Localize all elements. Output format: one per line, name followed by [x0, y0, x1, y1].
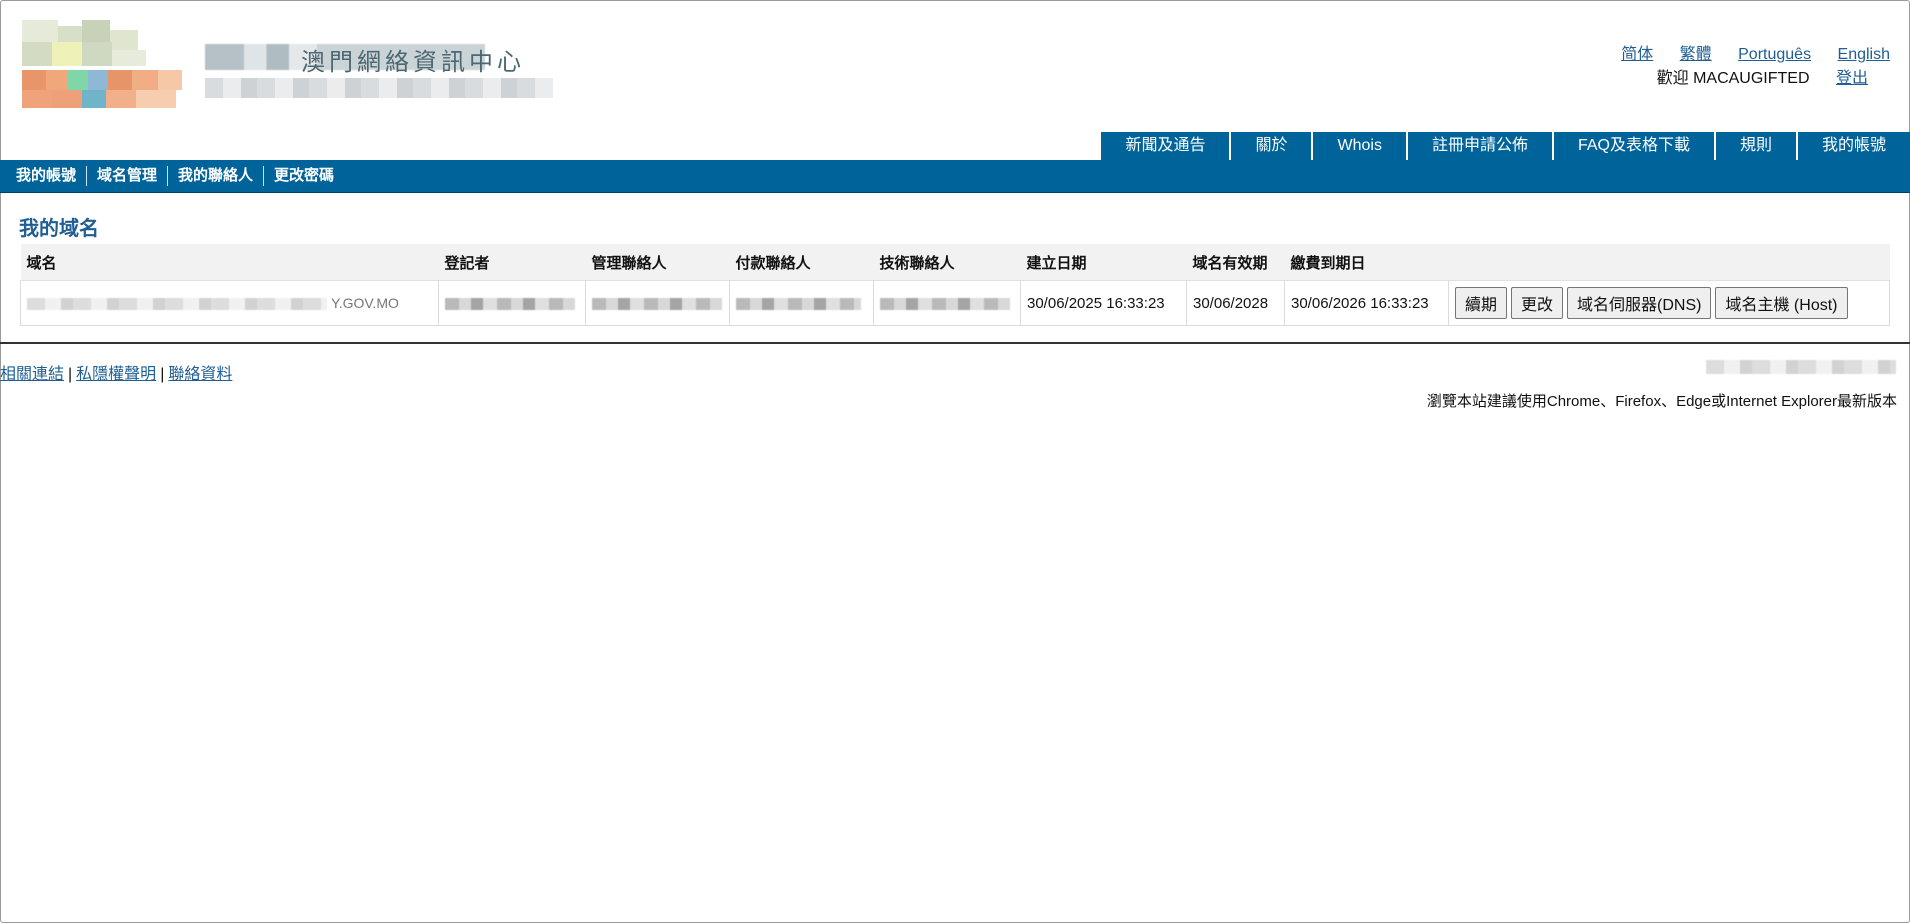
- site-header: 澳門網絡資訊中心 简体 繁體 Português English 歡迎 MACA…: [0, 0, 1910, 160]
- tab-news[interactable]: 新聞及通告: [1099, 132, 1230, 160]
- col-admin-contact: 管理聯絡人: [585, 244, 730, 281]
- site-title: 澳門網絡資訊中心: [205, 40, 565, 100]
- site-title-text: 澳門網絡資訊中心: [301, 49, 525, 76]
- col-actions: [1448, 244, 1890, 281]
- footer-links: 相關連結 | 私隱權聲明 | 聯絡資料: [0, 360, 232, 384]
- welcome-label: 歡迎: [1656, 70, 1689, 87]
- domain-redacted: [27, 297, 327, 310]
- footer-privacy[interactable]: 私隱權聲明: [76, 366, 156, 383]
- footer-divider: [0, 342, 1910, 344]
- lang-traditional[interactable]: 繁體: [1680, 46, 1712, 63]
- cell-billing-contact: [729, 280, 874, 326]
- col-valid-until: 域名有效期: [1186, 244, 1285, 281]
- domain-suffix: Y.GOV.MO: [331, 294, 399, 311]
- table-row: Y.GOV.MO 30/06/2025 16:33:23 30/06/2028 …: [20, 280, 1890, 326]
- footer-contact[interactable]: 聯絡資料: [168, 366, 232, 383]
- col-created: 建立日期: [1020, 244, 1187, 281]
- site-subtitle-redacted: [205, 78, 553, 98]
- tab-about[interactable]: 關於: [1229, 132, 1312, 160]
- subnav-my-account[interactable]: 我的帳號: [0, 166, 88, 186]
- cell-admin-contact: [585, 280, 730, 326]
- billing-contact-redacted: [736, 297, 861, 310]
- renew-button[interactable]: 續期: [1455, 287, 1508, 319]
- account-subnav: 我的帳號 域名管理 我的聯絡人 更改密碼: [0, 160, 1910, 193]
- domains-table: 域名 登記者 管理聯絡人 付款聯絡人 技術聯絡人 建立日期 域名有效期 繳費到期…: [20, 244, 1890, 326]
- col-registrant: 登記者: [438, 244, 586, 281]
- tab-rules[interactable]: 規則: [1713, 132, 1796, 160]
- welcome-bar: 歡迎 MACAUGIFTED 登出: [1657, 64, 1868, 88]
- col-tech-contact: 技術聯絡人: [873, 244, 1021, 281]
- col-domain: 域名: [20, 244, 439, 281]
- footer-copyright-redacted: [1706, 360, 1896, 374]
- col-billing-contact: 付款聯絡人: [729, 244, 874, 281]
- cell-payment-due: 30/06/2026 16:33:23: [1284, 280, 1449, 326]
- tab-whois[interactable]: Whois: [1311, 132, 1406, 160]
- top-navigation: 新聞及通告 關於 Whois 註冊申請公佈 FAQ及表格下載 規則 我的帳號: [1099, 132, 1910, 160]
- cell-registrant: [438, 280, 586, 326]
- page-title: 我的域名: [19, 218, 99, 240]
- table-header-row: 域名 登記者 管理聯絡人 付款聯絡人 技術聯絡人 建立日期 域名有效期 繳費到期…: [20, 244, 1890, 281]
- cell-domain: Y.GOV.MO: [20, 280, 439, 326]
- cell-created: 30/06/2025 16:33:23: [1020, 280, 1187, 326]
- modify-button[interactable]: 更改: [1511, 287, 1564, 319]
- subnav-my-contacts[interactable]: 我的聯絡人: [168, 166, 265, 186]
- logout-link[interactable]: 登出: [1836, 70, 1868, 87]
- col-payment-due: 繳費到期日: [1284, 244, 1449, 281]
- registrant-redacted: [445, 297, 575, 310]
- tab-my-account[interactable]: 我的帳號: [1795, 132, 1910, 160]
- footer-separator: |: [68, 366, 73, 383]
- dns-servers-button[interactable]: 域名伺服器(DNS): [1567, 287, 1712, 319]
- subnav-domain-management[interactable]: 域名管理: [87, 166, 169, 186]
- username: MACAUGIFTED: [1693, 70, 1810, 87]
- admin-contact-redacted: [592, 297, 722, 310]
- lang-portuguese[interactable]: Português: [1738, 46, 1811, 63]
- footer-separator: |: [160, 366, 165, 383]
- subnav-change-password[interactable]: 更改密碼: [264, 166, 344, 186]
- cell-valid-until: 30/06/2028: [1186, 280, 1285, 326]
- tab-registration-announcements[interactable]: 註冊申請公佈: [1405, 132, 1552, 160]
- cell-tech-contact: [873, 280, 1021, 326]
- cell-actions: 續期 更改 域名伺服器(DNS) 域名主機 (Host): [1448, 280, 1890, 326]
- language-switcher: 简体 繁體 Português English: [1599, 40, 1890, 64]
- lang-simplified[interactable]: 简体: [1621, 46, 1653, 63]
- tech-contact-redacted: [880, 297, 1010, 310]
- lang-english[interactable]: English: [1838, 46, 1890, 63]
- tab-faq-forms[interactable]: FAQ及表格下載: [1551, 132, 1714, 160]
- footer-related-links[interactable]: 相關連結: [0, 366, 64, 383]
- site-logo: [22, 20, 192, 110]
- domain-host-button[interactable]: 域名主機 (Host): [1715, 287, 1848, 319]
- browser-recommendation: 瀏覽本站建議使用Chrome、Firefox、Edge或Internet Exp…: [1426, 393, 1897, 410]
